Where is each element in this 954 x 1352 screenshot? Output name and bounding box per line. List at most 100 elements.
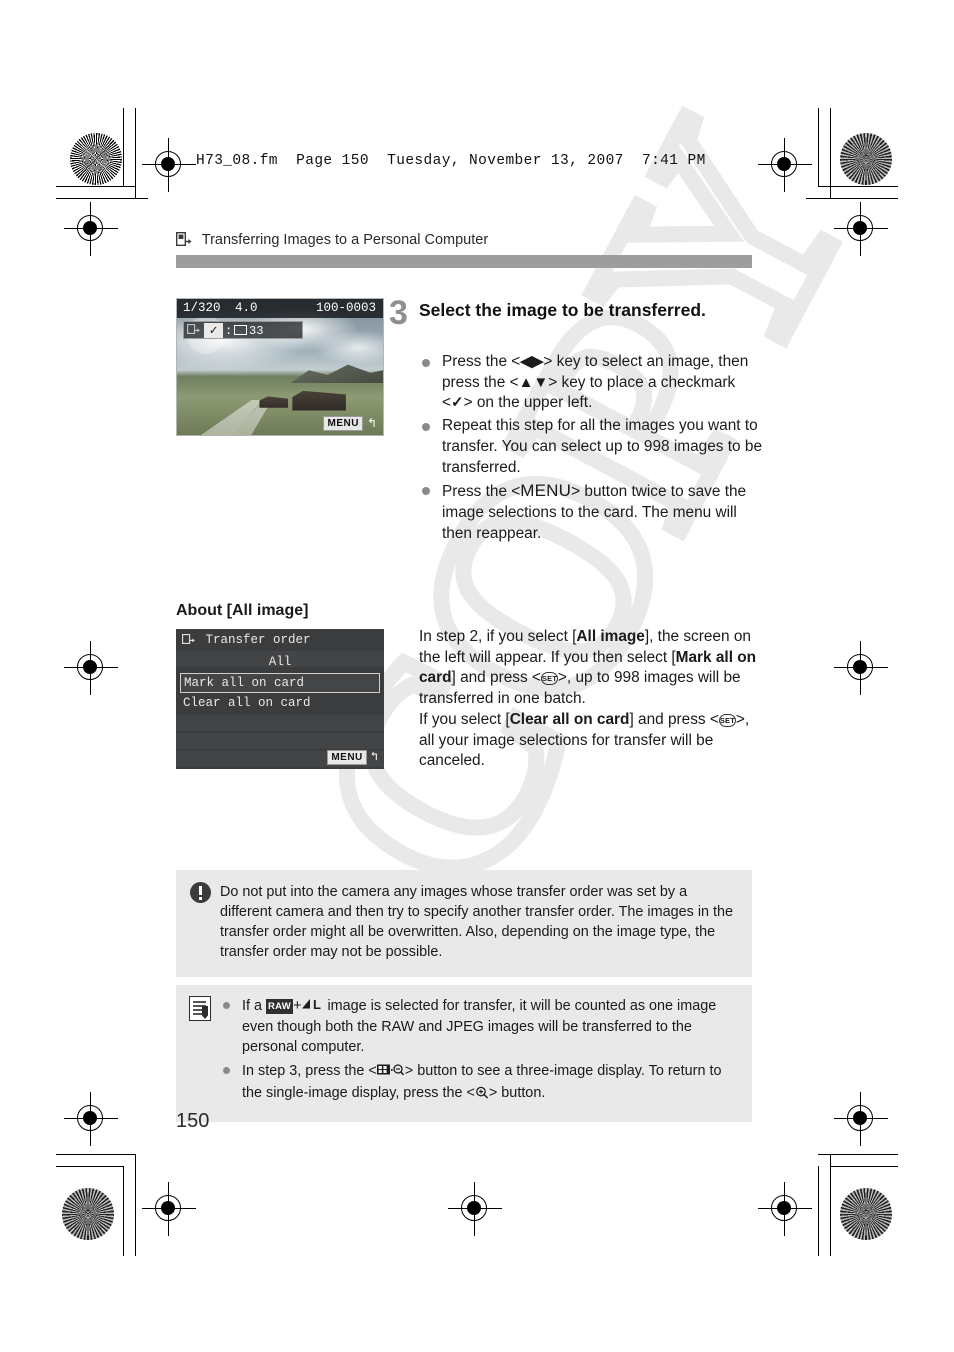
folder-file-number: 100-0003: [315, 301, 376, 315]
running-head: Transferring Images to a Personal Comput…: [175, 231, 489, 250]
crop-mark: [123, 1166, 124, 1256]
registration-target: [834, 641, 888, 695]
step-number: 3: [389, 294, 408, 332]
bullet-repeat-step: Repeat this step for all the images you …: [419, 416, 764, 478]
bullet-press-menu: Press the <MENU> button twice to save th…: [419, 480, 764, 544]
menu-option-clear-all-on-card[interactable]: Clear all on card: [180, 694, 380, 714]
note-box: If a RAW + L image is selected for transfe…: [176, 985, 752, 1122]
crop-mark: [830, 108, 831, 198]
menu-badge-label: MENU: [327, 749, 367, 765]
transfer-to-computer-icon: [175, 231, 192, 250]
shutter-speed-value: 1/320: [183, 301, 221, 315]
caution-box: Do not put into the camera any images wh…: [176, 870, 752, 977]
transfer-order-row: ✓ : 33: [183, 321, 303, 339]
crop-mark: [830, 1166, 898, 1167]
crop-mark: [135, 108, 136, 198]
note-raw-jpeg: If a RAW + L image is selected for transfe…: [220, 996, 738, 1057]
key-glyph-icon: ◀▶: [520, 353, 544, 370]
registration-target: [142, 1182, 196, 1236]
bullet-text: Press the <◀▶> key to select an image, t…: [442, 353, 749, 412]
key-glyph-icon: ✓: [451, 394, 464, 412]
return-arrow-icon: ↰: [370, 750, 378, 764]
registration-target: [448, 1182, 502, 1236]
registration-target: [834, 202, 888, 256]
halftone-burst-mark: [840, 133, 892, 185]
crop-mark: [56, 1154, 136, 1155]
about-heading: About [All image]: [176, 602, 309, 619]
crop-mark: [818, 186, 898, 187]
emphasis-text: All image: [576, 628, 645, 645]
set-button-icon: SET: [718, 713, 736, 727]
set-button-icon: SET: [540, 672, 558, 686]
crop-mark: [818, 1154, 898, 1155]
print-header-line: H73_08.fm Page 150 Tuesday, November 13,…: [196, 153, 706, 169]
menu-option-label: Mark all on card: [184, 676, 305, 690]
crop-mark: [830, 1154, 831, 1256]
bullet-text: Repeat this step for all the images you …: [442, 417, 763, 476]
menu-current-value: All: [268, 655, 292, 669]
bullet-dot-icon: [223, 1002, 230, 1009]
crop-mark: [806, 198, 898, 199]
crop-mark: [56, 186, 136, 187]
svg-text:L: L: [313, 997, 321, 1011]
about-paragraph: In step 2, if you select [All image], th…: [419, 628, 757, 770]
halftone-burst-mark: [70, 133, 122, 185]
index-zoom-out-icon: [376, 1062, 405, 1082]
step-title: Select the image to be transferred.: [419, 300, 706, 320]
registration-target: [64, 202, 118, 256]
menu-title: Transfer order: [182, 633, 311, 648]
step-bullet-list: Press the <◀▶> key to select an image, t…: [419, 352, 764, 547]
menu-badge-label: MENU: [323, 415, 363, 431]
crop-mark: [56, 1166, 124, 1167]
registration-target: [64, 1092, 118, 1146]
bullet-select-image: Press the <◀▶> key to select an image, t…: [419, 352, 764, 414]
menu-strip: [176, 733, 384, 749]
note-pen-icon: [189, 996, 211, 1021]
transfer-order-icon: [187, 324, 200, 338]
aperture-value: 4.0: [235, 301, 258, 315]
note-three-image-display: In step 3, press the < > button to see a …: [220, 1061, 738, 1104]
lcd-info-bar: 1/320 4.0 100-0003: [177, 299, 383, 318]
transfer-order-icon: [182, 634, 195, 648]
image-count-value: 33: [249, 324, 264, 338]
bullet-text: Press the <MENU> button twice to save th…: [442, 481, 747, 542]
running-head-title: Transferring Images to a Personal Comput…: [201, 232, 489, 248]
page-number: 150: [176, 1110, 210, 1132]
registration-target: [758, 138, 812, 192]
header-rule-bar: [176, 255, 752, 268]
halftone-burst-mark: [62, 1188, 114, 1240]
registration-target: [142, 138, 196, 192]
caution-text: Do not put into the camera any images wh…: [220, 884, 734, 961]
note-text: In step 3, press the < > button to see a …: [242, 1063, 721, 1100]
registration-target: [64, 641, 118, 695]
note-text: If a RAW + L image is selected for transfe…: [242, 997, 717, 1056]
magnify-icon: [475, 1085, 489, 1105]
menu-option-mark-all-on-card[interactable]: Mark all on card: [180, 673, 380, 693]
registration-target: [758, 1182, 812, 1236]
menu-title-label: Transfer order: [205, 633, 311, 647]
crop-mark: [56, 198, 148, 199]
crop-mark: [818, 1166, 819, 1256]
transfer-order-menu-screenshot: Transfer order All Mark all on card Clea…: [176, 629, 384, 769]
emphasis-text: Mark all on card: [419, 648, 757, 687]
lcd-playback-screenshot: 1/320 4.0 100-0003 ✓ : 33 MENU ↰: [176, 298, 384, 436]
key-glyph-icon: ▲▼: [518, 373, 549, 391]
crop-mark: [135, 1154, 136, 1256]
emphasis-text: Clear all on card: [509, 710, 630, 728]
lcd-menu-badge: MENU ↰: [323, 415, 377, 431]
crop-mark: [818, 108, 819, 186]
menu-screen-menu-badge: MENU ↰: [327, 749, 378, 765]
row-separator: :: [225, 324, 233, 338]
menu-strip: [176, 715, 384, 731]
bullet-dot-icon: [422, 359, 430, 367]
menu-button-label: MENU: [520, 481, 572, 501]
large-jpeg-quality-icon: L: [301, 997, 323, 1017]
return-arrow-icon: ↰: [366, 416, 377, 430]
bullet-dot-icon: [422, 423, 430, 432]
raw-quality-icon: RAW: [266, 999, 294, 1015]
registration-target: [834, 1092, 888, 1146]
halftone-burst-mark: [840, 1188, 892, 1240]
bullet-dot-icon: [223, 1067, 230, 1075]
checkmark-indicator: ✓: [204, 323, 223, 338]
menu-option-label: Clear all on card: [183, 696, 311, 710]
